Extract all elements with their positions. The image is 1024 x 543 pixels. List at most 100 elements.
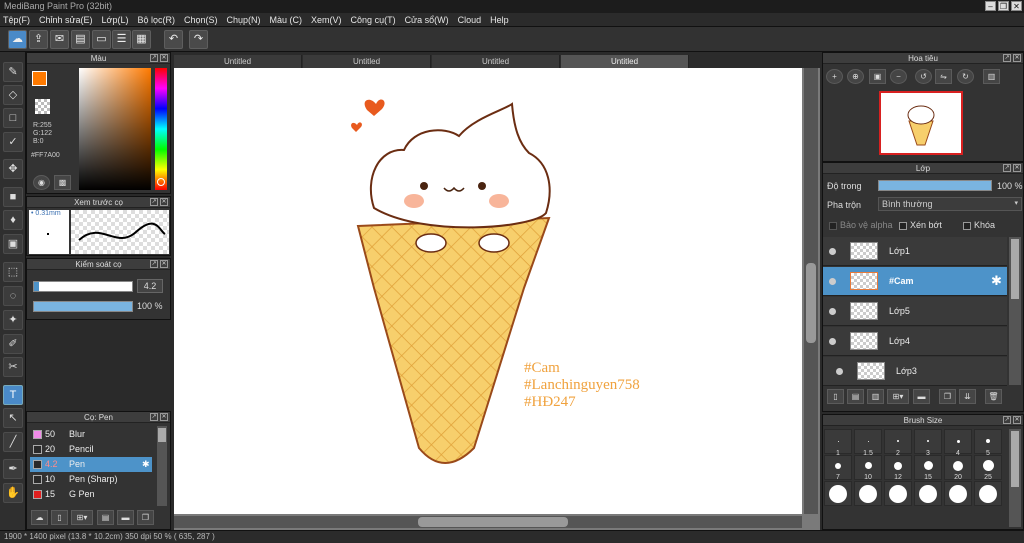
eyedropper-icon[interactable]: ✒ bbox=[3, 459, 23, 479]
menu-layer[interactable]: Lớp(L) bbox=[102, 15, 129, 25]
fill-rect-tool-icon[interactable]: ■ bbox=[3, 187, 23, 207]
brush-size-cell[interactable]: 20 bbox=[944, 455, 972, 481]
brush-size-cell[interactable]: 15 bbox=[914, 455, 942, 481]
layer-row[interactable]: Lớp1 bbox=[823, 237, 1007, 266]
protect-alpha-checkbox[interactable]: Bảo vệ alpha bbox=[829, 220, 893, 230]
brush-item-pen-sharp[interactable]: 10 Pen (Sharp) bbox=[30, 472, 152, 487]
merge-layer-icon[interactable]: ⇊ bbox=[959, 389, 976, 404]
brush-opacity-slider[interactable] bbox=[33, 301, 133, 312]
clipping-checkbox[interactable]: Xén bớt bbox=[899, 220, 942, 230]
layer-row[interactable]: Lớp5 bbox=[823, 297, 1007, 326]
brush-size-cell[interactable] bbox=[914, 481, 942, 506]
page-icon[interactable]: ▭ bbox=[92, 30, 111, 49]
folder-icon[interactable]: ▬ bbox=[117, 510, 134, 525]
brush-size-cell[interactable]: 12 bbox=[884, 455, 912, 481]
menu-select[interactable]: Chọn(S) bbox=[184, 15, 218, 25]
flip-icon[interactable]: ⇋ bbox=[935, 69, 952, 84]
brush-item-pencil[interactable]: 20 Pencil bbox=[30, 442, 152, 457]
brush-tool-icon[interactable]: ✎ bbox=[3, 62, 23, 82]
gear-icon[interactable]: ✱ bbox=[991, 273, 1002, 289]
lasso-tool-icon[interactable]: ◌ bbox=[3, 286, 23, 306]
layer-opacity-slider[interactable] bbox=[878, 180, 992, 191]
add-brush-menu-icon[interactable]: ⊞▾ bbox=[71, 510, 93, 525]
brush-size-cell[interactable] bbox=[944, 481, 972, 506]
undo-icon[interactable]: ↶ bbox=[164, 30, 183, 49]
brush-size-value[interactable]: 4.2 bbox=[137, 279, 163, 293]
select-eraser-icon[interactable]: ✂ bbox=[3, 357, 23, 377]
list-icon[interactable]: ☰ bbox=[112, 30, 131, 49]
dot-tool-icon[interactable]: ✓ bbox=[3, 132, 23, 152]
drawing-canvas[interactable]: #Cam #Lanchinguyen758 #HĐ247 bbox=[174, 68, 802, 514]
layer-row[interactable]: Lớp4 bbox=[823, 327, 1007, 356]
lock-checkbox[interactable]: Khóa bbox=[963, 220, 995, 230]
eye-icon[interactable] bbox=[829, 338, 836, 345]
cloud-icon[interactable]: ☁ bbox=[8, 30, 27, 49]
new-halftone-layer-icon[interactable]: ▤ bbox=[847, 389, 864, 404]
brush-size-cell[interactable]: 4 bbox=[944, 429, 972, 457]
add-brush-icon[interactable]: ☁ bbox=[31, 510, 48, 525]
message-icon[interactable]: ▤ bbox=[71, 30, 90, 49]
tab-untitled-3[interactable]: Untitled bbox=[432, 55, 560, 68]
fit-window-icon[interactable]: ▣ bbox=[869, 69, 886, 84]
delete-layer-icon[interactable]: 🗑 bbox=[985, 389, 1002, 404]
tab-untitled-2[interactable]: Untitled bbox=[303, 55, 431, 68]
brush-size-cell[interactable]: 25 bbox=[974, 455, 1002, 481]
menu-filter[interactable]: Bộ lọc(R) bbox=[137, 15, 175, 25]
menu-tools[interactable]: Công cụ(T) bbox=[351, 15, 396, 25]
brush-size-cell[interactable]: 10 bbox=[854, 455, 882, 481]
brush-size-cell[interactable]: 1.5 bbox=[854, 429, 882, 457]
brush-size-cell[interactable]: 5 bbox=[974, 429, 1002, 457]
magic-wand-icon[interactable]: ✦ bbox=[3, 310, 23, 330]
folder-icon[interactable]: ▬ bbox=[913, 389, 930, 404]
brush-size-cell[interactable] bbox=[854, 481, 882, 506]
brush-size-slider[interactable] bbox=[33, 281, 133, 292]
brush-list-scrollbar[interactable] bbox=[157, 426, 167, 506]
comment-icon[interactable]: ✉ bbox=[50, 30, 69, 49]
tab-untitled-4[interactable]: Untitled bbox=[561, 55, 689, 68]
new-8bit-layer-icon[interactable]: ▥ bbox=[867, 389, 884, 404]
menu-file[interactable]: Tệp(F) bbox=[3, 15, 30, 25]
reset-view-icon[interactable]: ▥ bbox=[983, 69, 1000, 84]
brush-size-cell[interactable] bbox=[824, 481, 852, 506]
redo-icon[interactable]: ↷ bbox=[189, 30, 208, 49]
text-tool-icon[interactable]: T bbox=[3, 385, 23, 405]
rotate-left-icon[interactable]: ↺ bbox=[915, 69, 932, 84]
brush-size-cell[interactable]: 3 bbox=[914, 429, 942, 457]
navigator-thumbnail[interactable] bbox=[879, 91, 963, 155]
menu-snap[interactable]: Chụp(N) bbox=[227, 15, 261, 25]
menu-color[interactable]: Màu (C) bbox=[270, 15, 303, 25]
duplicate-brush-icon[interactable]: ❐ bbox=[137, 510, 154, 525]
brush-size-cell[interactable] bbox=[884, 481, 912, 506]
brush-size-cell[interactable]: 2 bbox=[884, 429, 912, 457]
brush-item-pen[interactable]: 4.2 Pen ✱ bbox=[30, 457, 152, 472]
tab-untitled-1[interactable]: Untitled bbox=[174, 55, 302, 68]
brush-size-cell[interactable] bbox=[974, 481, 1002, 506]
saturation-value-picker[interactable] bbox=[79, 68, 151, 190]
brush-properties-icon[interactable]: ▤ bbox=[97, 510, 114, 525]
operation-tool-icon[interactable]: ↖ bbox=[3, 408, 23, 428]
transparent-swatch[interactable] bbox=[35, 99, 50, 114]
eye-icon[interactable] bbox=[829, 308, 836, 315]
menu-cloud[interactable]: Cloud bbox=[458, 15, 482, 25]
zoom-actual-icon[interactable]: ⊕ bbox=[847, 69, 864, 84]
hue-slider[interactable] bbox=[155, 68, 167, 190]
eraser-tool-icon[interactable]: ◇ bbox=[3, 85, 23, 105]
maximize-button[interactable]: ❐ bbox=[998, 1, 1009, 11]
layer-scrollbar[interactable] bbox=[1009, 237, 1021, 385]
close-button[interactable]: ✕ bbox=[1011, 1, 1022, 11]
menu-view[interactable]: Xem(V) bbox=[311, 15, 342, 25]
eye-icon[interactable] bbox=[829, 248, 836, 255]
gradient-tool-icon[interactable]: ▣ bbox=[3, 234, 23, 254]
canvas-horizontal-scrollbar[interactable] bbox=[174, 516, 802, 528]
eye-icon[interactable] bbox=[836, 368, 843, 375]
share-icon[interactable]: ⇪ bbox=[29, 30, 48, 49]
brush-item-blur[interactable]: 50 Blur bbox=[30, 427, 152, 442]
rectangle-tool-icon[interactable]: □ bbox=[3, 108, 23, 128]
menu-edit[interactable]: Chỉnh sửa(E) bbox=[39, 15, 93, 25]
gear-icon[interactable]: ✱ bbox=[142, 457, 150, 472]
divide-tool-icon[interactable]: ╱ bbox=[3, 432, 23, 452]
zoom-out-icon[interactable]: − bbox=[890, 69, 907, 84]
duplicate-layer-icon[interactable]: ❐ bbox=[939, 389, 956, 404]
menu-help[interactable]: Help bbox=[490, 15, 509, 25]
grid-icon[interactable]: ▦ bbox=[132, 30, 151, 49]
